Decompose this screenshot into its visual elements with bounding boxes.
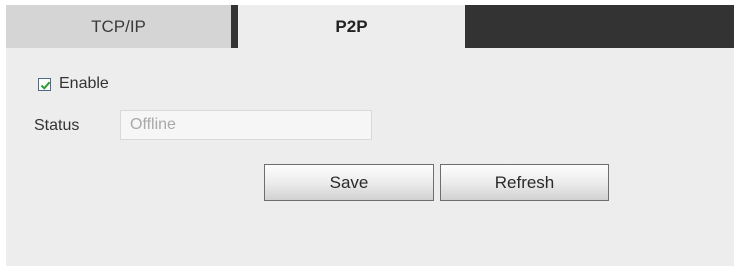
enable-label: Enable (59, 75, 109, 92)
tab-tcpip[interactable]: TCP/IP (6, 5, 231, 48)
enable-row: Enable (38, 75, 109, 93)
enable-checkbox[interactable] (38, 77, 51, 91)
checkmark-icon (40, 81, 51, 90)
p2p-settings-window: TCP/IP P2P Enable Status Save Refresh (0, 0, 740, 271)
refresh-button[interactable]: Refresh (440, 164, 609, 201)
tab-bar: TCP/IP P2P (6, 5, 734, 48)
tab-divider (231, 5, 238, 48)
save-button[interactable]: Save (264, 164, 434, 201)
tab-p2p[interactable]: P2P (238, 5, 465, 48)
status-label: Status (34, 117, 80, 134)
status-field (120, 110, 372, 140)
p2p-settings-panel: Enable Status Save Refresh (6, 48, 734, 266)
